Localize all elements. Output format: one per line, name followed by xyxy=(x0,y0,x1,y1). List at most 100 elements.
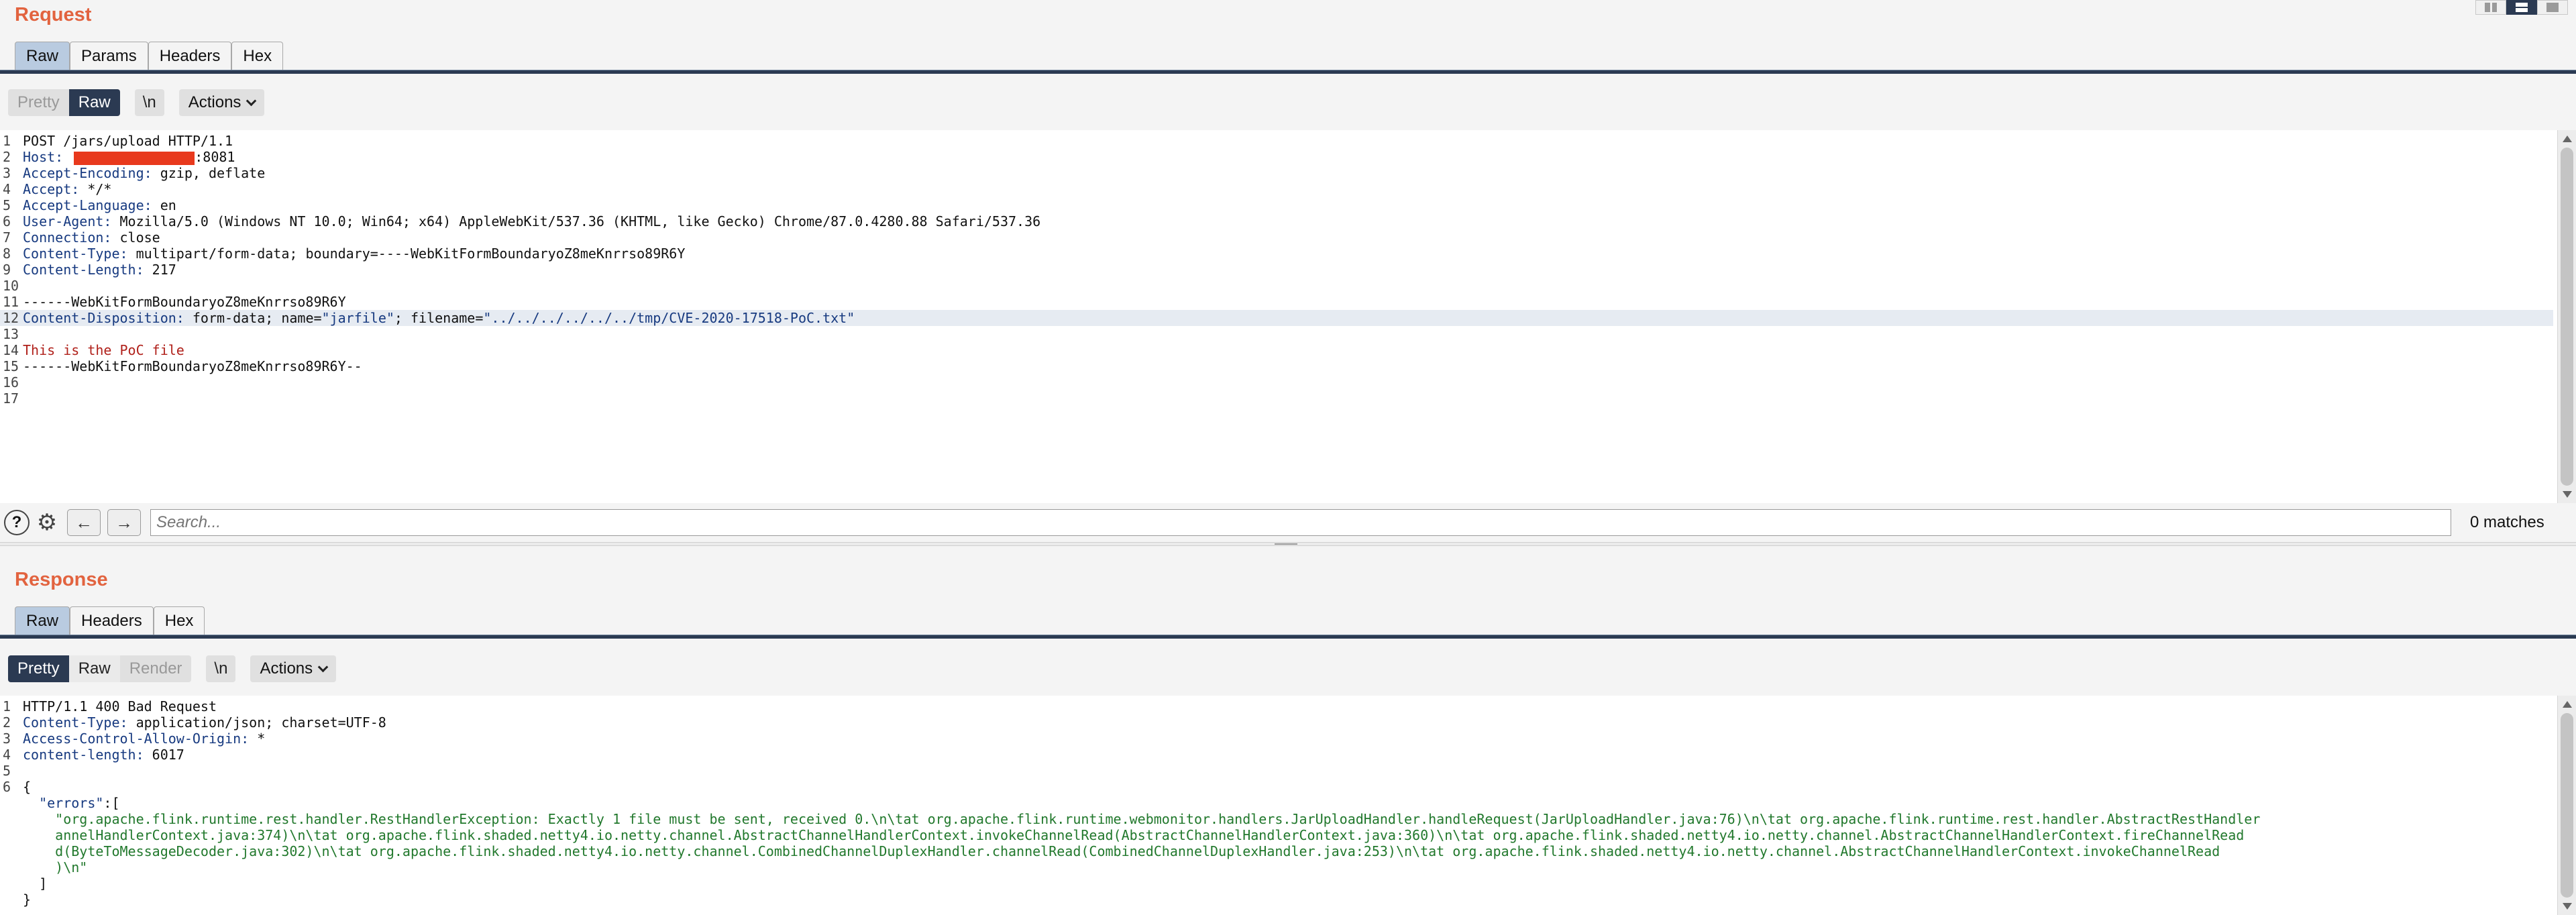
request-actions-dropdown[interactable]: Actions xyxy=(178,89,265,116)
code-text: gzip, deflate xyxy=(160,165,266,181)
search-next-button[interactable]: → xyxy=(107,509,141,536)
redacted-host-block xyxy=(74,151,195,165)
code-text: ; filename= xyxy=(394,310,484,326)
request-pretty-button[interactable]: Pretty xyxy=(8,89,69,116)
line-number: 12 xyxy=(3,310,19,326)
line-number: 2 xyxy=(3,149,11,165)
line-number xyxy=(0,827,23,843)
split-columns-view-button[interactable] xyxy=(2475,0,2506,15)
code-line: 12 Content-Disposition: form-data; name="… xyxy=(0,310,2553,326)
code-line: 3 Accept-Encoding: gzip, deflate xyxy=(0,165,2553,181)
search-previous-button[interactable]: ← xyxy=(67,509,101,536)
request-tab-params[interactable]: Params xyxy=(70,42,148,70)
response-actions-dropdown[interactable]: Actions xyxy=(250,655,337,682)
line-content: )\n" xyxy=(23,859,87,875)
help-icon[interactable]: ? xyxy=(4,510,30,535)
scroll-down-arrow-icon[interactable] xyxy=(2563,491,2572,498)
arrow-left-icon: ← xyxy=(75,512,93,533)
layout-toggle-group xyxy=(2475,0,2568,15)
response-tab-raw[interactable]: Raw xyxy=(15,606,70,635)
code-line: 3 Access-Control-Allow-Origin: * xyxy=(0,731,2553,747)
code-text: "../../../../../../tmp/CVE-2020-17518-Po… xyxy=(483,310,855,326)
request-raw-button[interactable]: Raw xyxy=(68,89,120,116)
line-content: User-Agent: Mozilla/5.0 (Windows NT 10.0… xyxy=(23,213,1040,229)
panel-splitter[interactable] xyxy=(0,542,2576,546)
code-text: Mozilla/5.0 (Windows NT 10.0; Win64; x64… xyxy=(119,213,1041,229)
chevron-down-icon xyxy=(246,95,257,106)
line-number: 9 xyxy=(3,262,11,278)
header-name: Access-Control-Allow-Origin: xyxy=(23,731,258,747)
chevron-down-icon xyxy=(317,661,329,672)
code-text: ------WebKitFormBoundaryoZ8meKnrrso89R6Y xyxy=(23,294,346,310)
response-raw-button[interactable]: Raw xyxy=(68,655,120,682)
code-line: 16 xyxy=(0,374,2553,390)
line-number: 4 xyxy=(3,747,11,763)
code-line: 6{ xyxy=(0,779,2553,795)
line-content: } xyxy=(23,892,31,908)
line-number: 17 xyxy=(3,390,19,407)
line-number: 11 xyxy=(3,294,19,310)
line-number: 3 xyxy=(3,731,11,747)
scroll-down-arrow-icon[interactable] xyxy=(2563,903,2572,910)
line-content: { xyxy=(23,779,31,795)
response-tab-headers[interactable]: Headers xyxy=(70,606,154,635)
line-number: 3 xyxy=(3,165,11,181)
line-content: Content-Type: multipart/form-data; bound… xyxy=(23,246,685,262)
code-line: 5 xyxy=(0,763,2553,779)
request-newline-toggle[interactable]: \n xyxy=(134,89,164,116)
single-view-button[interactable] xyxy=(2537,0,2568,15)
columns-layout-icon xyxy=(2485,3,2497,12)
response-vertical-scrollbar[interactable] xyxy=(2557,696,2576,915)
split-rows-view-button[interactable] xyxy=(2506,0,2537,15)
response-editor[interactable]: 1 HTTP/1.1 400 Bad Request 2 Content-Type: … xyxy=(0,696,2576,915)
response-render-button[interactable]: Render xyxy=(119,655,192,682)
code-text: )\n" xyxy=(23,859,88,875)
request-vertical-scrollbar[interactable] xyxy=(2557,130,2576,503)
line-content: HTTP/1.1 400 Bad Request xyxy=(23,698,217,714)
code-text: :[ xyxy=(103,795,120,811)
request-search-input[interactable] xyxy=(150,509,2451,536)
code-line: 4 Accept: */* xyxy=(0,181,2553,197)
response-scroll-thumb[interactable] xyxy=(2561,713,2573,898)
splitter-grip-icon[interactable] xyxy=(1275,543,1297,545)
scroll-up-arrow-icon[interactable] xyxy=(2563,136,2572,142)
code-line: "errors":[ xyxy=(0,795,2553,811)
response-tab-underline xyxy=(0,635,2576,639)
line-content: Host: :8081 xyxy=(23,149,235,165)
request-tab-headers[interactable]: Headers xyxy=(148,42,232,70)
line-number xyxy=(0,795,23,811)
line-content: Content-Length: 217 xyxy=(23,262,176,278)
scroll-up-arrow-icon[interactable] xyxy=(2563,701,2572,708)
request-tab-hex[interactable]: Hex xyxy=(231,42,284,70)
arrow-right-icon: → xyxy=(115,512,133,533)
request-scroll-thumb[interactable] xyxy=(2561,148,2573,486)
line-content: content-length: 6017 xyxy=(23,747,184,763)
request-view-mode-toggle: Pretty Raw xyxy=(8,89,120,116)
request-code-lines: 1 POST /jars/upload HTTP/1.1 2 Host: :8081 3… xyxy=(0,133,2553,407)
code-line: )\n" xyxy=(0,859,2553,875)
header-name: Content-Type: xyxy=(23,714,136,731)
response-tab-hex[interactable]: Hex xyxy=(153,606,205,635)
request-editor[interactable]: 1 POST /jars/upload HTTP/1.1 2 Host: :8081 3… xyxy=(0,130,2576,503)
response-newline-toggle[interactable]: \n xyxy=(206,655,236,682)
line-content: "org.apache.flink.runtime.rest.handler.R… xyxy=(23,811,2260,827)
line-number: 1 xyxy=(3,698,11,714)
response-pretty-button[interactable]: Pretty xyxy=(8,655,69,682)
single-layout-icon xyxy=(2546,3,2559,12)
code-text: } xyxy=(23,892,32,908)
line-number: 15 xyxy=(3,358,19,374)
request-tab-raw[interactable]: Raw xyxy=(15,42,70,70)
request-panel-title: Request xyxy=(15,4,92,25)
code-line: 8 Content-Type: multipart/form-data; boun… xyxy=(0,246,2553,262)
response-code-lines: 1 HTTP/1.1 400 Bad Request 2 Content-Type: … xyxy=(0,698,2553,908)
line-number xyxy=(0,859,23,875)
response-tabbar: Raw Headers Hex xyxy=(15,606,205,635)
request-editor-toolbar: Pretty Raw \n Actions xyxy=(8,89,265,116)
code-line: 9 Content-Length: 217 xyxy=(0,262,2553,278)
gear-icon[interactable]: ⚙ xyxy=(34,509,60,536)
code-text: HTTP/1.1 400 Bad Request xyxy=(23,698,217,714)
code-line: ] xyxy=(0,875,2553,892)
header-name: "errors" xyxy=(39,795,104,811)
line-number: 14 xyxy=(3,342,19,358)
